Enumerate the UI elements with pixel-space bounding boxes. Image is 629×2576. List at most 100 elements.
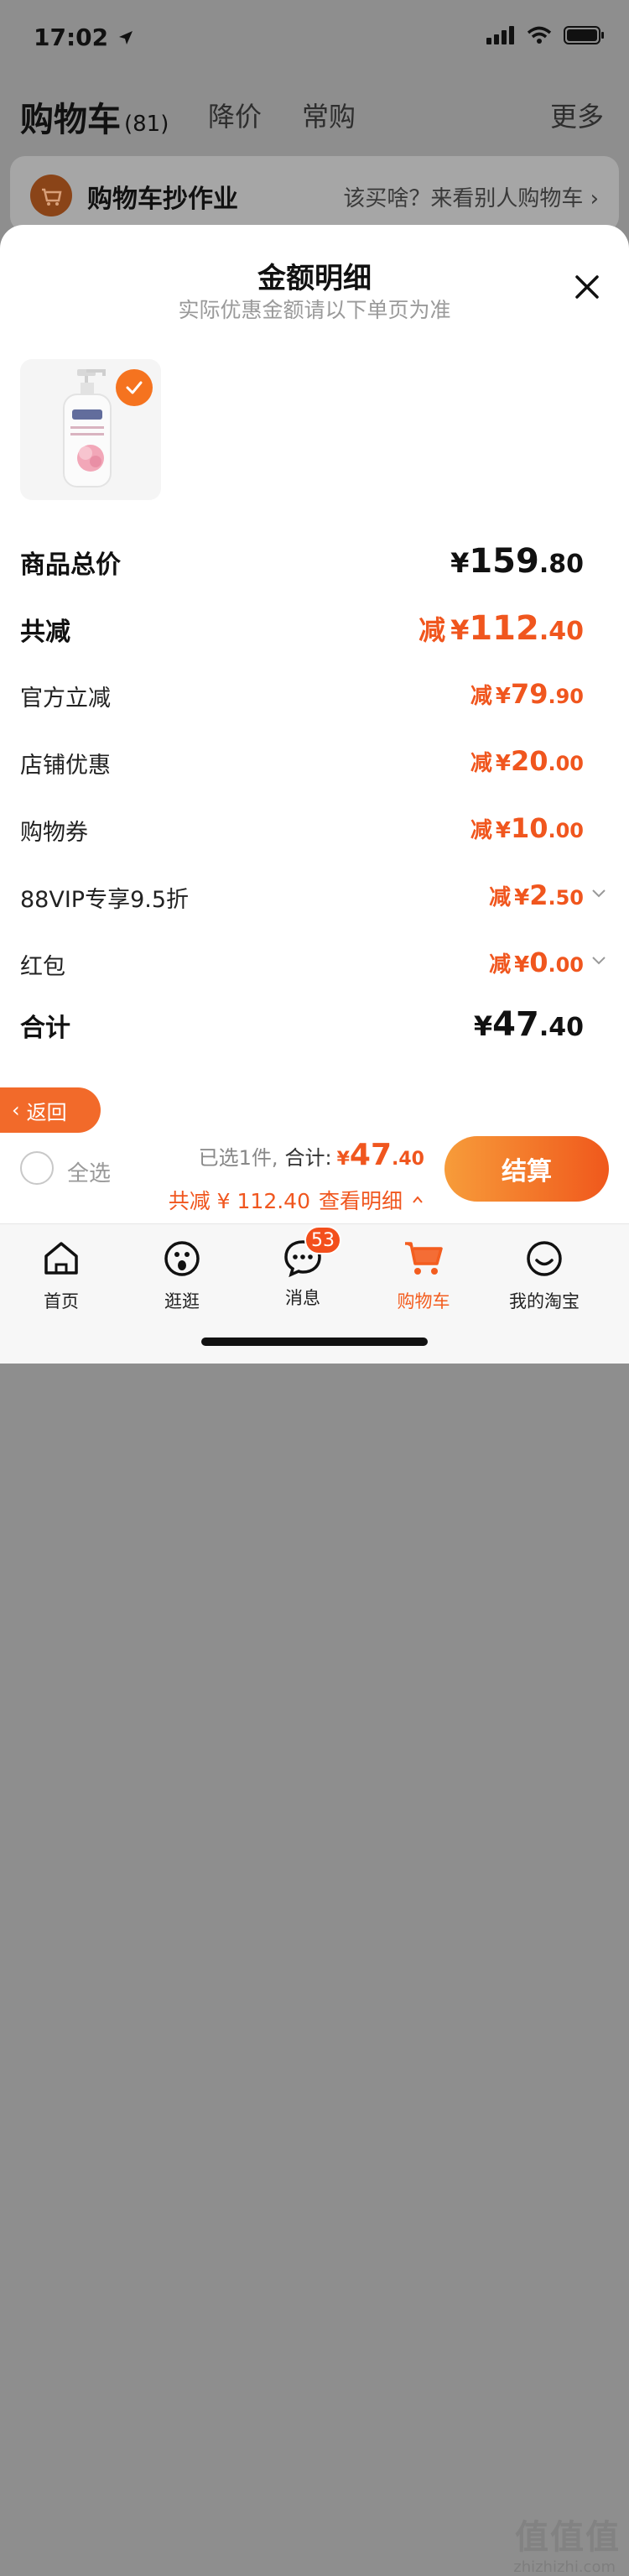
- value-integer: 10: [510, 812, 548, 844]
- currency-symbol: ¥: [495, 818, 511, 843]
- tab-label: 首页: [44, 1291, 79, 1311]
- total-amount: ¥47.40: [337, 1138, 424, 1172]
- value-decimal: .40: [392, 1149, 424, 1170]
- value-integer: 79: [510, 678, 548, 710]
- chevron-down-icon[interactable]: [590, 952, 607, 968]
- status-icons: [486, 25, 606, 45]
- tab-cart[interactable]: 购物车: [377, 1236, 470, 1313]
- row-value: 减 ¥112.40: [418, 609, 584, 648]
- row-88vip-discount[interactable]: 88VIP专享9.5折 减 ¥2.50: [20, 874, 607, 925]
- value-integer: 0: [529, 946, 548, 978]
- tab-price-drop[interactable]: 降价: [208, 96, 262, 134]
- tab-label: 购物车: [397, 1291, 450, 1311]
- value-decimal: .00: [548, 819, 584, 842]
- banner-title: 购物车抄作业: [87, 185, 238, 214]
- selection-summary: 已选1件, 合计: ¥47.40: [199, 1138, 424, 1172]
- selected-check-icon[interactable]: [116, 369, 153, 406]
- browse-icon: [164, 1241, 200, 1276]
- row-value: 减 ¥0.00: [489, 946, 584, 978]
- cart-heart-icon: [30, 175, 72, 216]
- message-badge: 53: [304, 1226, 341, 1254]
- row-value: 减 ¥79.90: [470, 678, 584, 710]
- chevron-up-icon[interactable]: [411, 1193, 424, 1207]
- banner-link[interactable]: 该买啥？来看别人购物车 ›: [343, 181, 599, 212]
- currency-symbol: ¥: [514, 952, 530, 978]
- row-value: ¥159.80: [450, 542, 584, 581]
- tab-frequent[interactable]: 常购: [302, 96, 356, 134]
- watermark-url: zhizhizhi.com: [513, 2558, 616, 2576]
- row-label: 共减: [20, 618, 70, 647]
- view-detail-link[interactable]: 查看明细: [319, 1185, 403, 1215]
- value-integer: 47: [492, 1005, 539, 1044]
- discount-total: 共减 ¥ 112.40: [168, 1189, 310, 1213]
- row-label: 88VIP专享9.5折: [20, 887, 190, 913]
- row-value: ¥47.40: [474, 1005, 584, 1044]
- row-red-packet[interactable]: 红包 减 ¥0.00: [20, 941, 607, 992]
- value-decimal: .00: [548, 752, 584, 775]
- checkout-button[interactable]: 结算: [444, 1136, 609, 1202]
- row-shop-discount: 店铺优惠 减 ¥20.00: [20, 740, 607, 790]
- total-label: 合计:: [284, 1146, 332, 1170]
- discount-summary[interactable]: 共减 ¥ 112.40 查看明细: [169, 1185, 424, 1215]
- tab-my-taobao[interactable]: 我的淘宝: [498, 1236, 590, 1313]
- cart-header: 购物车 (81) 降价 常购 更多: [0, 84, 629, 143]
- tab-browse[interactable]: 逛逛: [136, 1236, 228, 1313]
- currency-symbol: ¥: [495, 684, 511, 709]
- value-decimal: .90: [548, 685, 584, 708]
- discount-prefix: 减: [489, 885, 512, 910]
- back-label: 返回: [26, 1100, 67, 1124]
- row-grand-total: 合计 ¥47.40: [20, 1000, 607, 1051]
- value-decimal: .40: [538, 1013, 584, 1042]
- row-official-discount: 官方立减 减 ¥79.90: [20, 673, 607, 723]
- row-value: 减 ¥20.00: [470, 745, 584, 777]
- more-button[interactable]: 更多: [550, 96, 604, 134]
- chevron-left-icon: ‹: [12, 1098, 20, 1122]
- row-value: 减 ¥2.50: [489, 879, 584, 911]
- currency-symbol: ¥: [514, 885, 530, 910]
- value-decimal: .40: [538, 617, 584, 646]
- chevron-down-icon[interactable]: [590, 884, 607, 901]
- row-label: 商品总价: [20, 550, 121, 580]
- value-integer: 112: [469, 609, 539, 648]
- home-icon: [44, 1242, 78, 1275]
- tab-home[interactable]: 首页: [15, 1236, 107, 1313]
- wifi-icon: [527, 26, 552, 44]
- value-integer: 159: [469, 542, 539, 581]
- selected-count: 已选1件,: [198, 1146, 278, 1170]
- location-arrow-icon: [118, 31, 133, 44]
- discount-prefix: 减: [470, 684, 492, 709]
- value-integer: 20: [510, 745, 548, 777]
- row-label: 官方立减: [20, 686, 111, 712]
- currency-symbol: ¥: [495, 751, 511, 776]
- watermark-logo: 值值值: [515, 2518, 621, 2557]
- cart-title: 购物车 (81): [20, 101, 169, 139]
- row-total-discount: 共减 减 ¥112.40: [20, 604, 607, 654]
- chevron-right-icon: ›: [590, 186, 599, 211]
- select-all-label[interactable]: 全选: [67, 1156, 111, 1187]
- row-label: 红包: [20, 954, 65, 980]
- product-thumbnail[interactable]: [20, 359, 161, 500]
- tab-messages[interactable]: 53 消息: [257, 1226, 349, 1310]
- select-all-radio[interactable]: [20, 1151, 54, 1185]
- row-label: 购物券: [20, 820, 88, 846]
- currency-symbol: ¥: [336, 1149, 350, 1170]
- row-item-total: 商品总价 ¥159.80: [20, 537, 607, 587]
- sheet-title: 金额明细: [257, 262, 372, 295]
- currency-symbol: ¥: [473, 1010, 493, 1042]
- close-icon[interactable]: [570, 270, 604, 304]
- value-integer: 47: [349, 1138, 392, 1172]
- profile-icon: [527, 1241, 562, 1276]
- value-integer: 2: [529, 879, 548, 911]
- row-shopping-coupon: 购物券 减 ¥10.00: [20, 807, 607, 858]
- value-decimal: .50: [548, 886, 584, 910]
- checkout-bar: 全选 已选1件, 合计: ¥47.40 共减 ¥ 112.40 查看明细 结算: [0, 1133, 629, 1225]
- row-label: 店铺优惠: [20, 753, 111, 779]
- currency-symbol: ¥: [450, 547, 470, 579]
- cart-homework-banner[interactable]: 购物车抄作业 该买啥？来看别人购物车 ›: [10, 156, 619, 232]
- discount-prefix: 减: [470, 818, 492, 843]
- value-decimal: .80: [538, 550, 584, 579]
- back-button[interactable]: ‹ 返回: [0, 1087, 101, 1133]
- home-indicator: [201, 1338, 428, 1346]
- status-time: 17:02: [34, 23, 135, 51]
- value-decimal: .00: [548, 953, 584, 977]
